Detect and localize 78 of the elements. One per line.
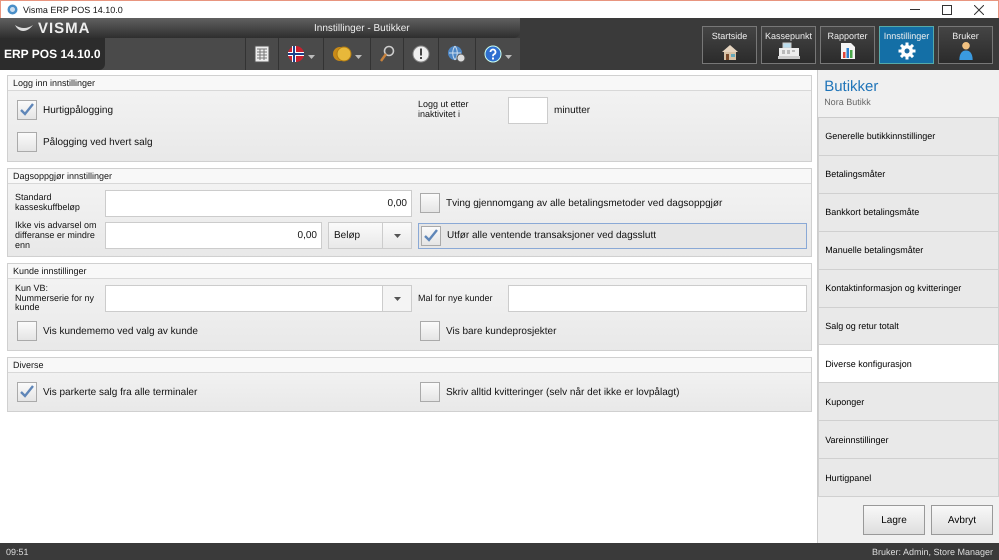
house-icon xyxy=(720,44,738,60)
close-icon[interactable] xyxy=(974,4,984,14)
sidebar-item[interactable]: Generelle butikkinnstillinger xyxy=(818,118,999,156)
input-field[interactable] xyxy=(508,96,548,124)
sidebar-item[interactable]: Betalingsmåter xyxy=(818,156,999,194)
sidebar-subtitle: Nora Butikk xyxy=(824,97,872,107)
checkbox[interactable] xyxy=(420,321,440,342)
logo-swoosh-icon xyxy=(14,23,34,33)
sidebar-item[interactable]: Manuelle betalingsmåter xyxy=(818,232,999,270)
search-icon xyxy=(379,45,395,63)
checkbox[interactable] xyxy=(420,382,440,402)
caret-icon xyxy=(394,234,400,238)
field-label: Mal for nye kunder xyxy=(418,294,494,304)
chart-document-icon xyxy=(840,42,856,60)
unit-select[interactable]: Beløp xyxy=(328,222,412,250)
checkbox-label: Hurtigpålogging xyxy=(43,104,114,116)
nav-tab[interactable]: Rapporter xyxy=(820,26,875,64)
nav-tab[interactable]: Bruker xyxy=(938,26,993,64)
nav-tab[interactable]: Innstillinger xyxy=(879,26,934,64)
checkbox-label: Utfør alle ventende transaksjoner ved dagsslutt xyxy=(447,230,656,242)
sidebar-item[interactable]: Kontaktinformasjon og kvitteringer xyxy=(818,270,999,308)
minimize-icon[interactable] xyxy=(910,8,920,10)
checkbox[interactable] xyxy=(421,226,441,246)
calculator-icon xyxy=(254,45,270,63)
input-field[interactable]: 0,00 xyxy=(105,190,412,216)
user-icon xyxy=(958,41,974,60)
logo: VISMA xyxy=(38,20,91,36)
checkbox-label: Vis bare kundeprosjekter xyxy=(446,326,556,337)
panel-title: Dagsoppgjør innstillinger xyxy=(8,169,812,184)
checkbox[interactable] xyxy=(420,193,440,213)
checkbox-label: Pålogging ved hvert salg xyxy=(43,136,153,148)
nav-tab[interactable]: Kassepunkt xyxy=(761,26,816,64)
alert-icon xyxy=(412,45,430,63)
cash-register-icon xyxy=(776,42,800,60)
app-icon xyxy=(7,4,18,15)
sidebar-title: Butikker xyxy=(824,78,880,95)
field-label: Logg ut etter inaktivitet i xyxy=(418,100,470,120)
checkbox[interactable] xyxy=(17,132,37,152)
sidebar-item[interactable]: Vareinnstillinger xyxy=(818,421,999,460)
page-title: Innstillinger - Butikker xyxy=(314,22,410,34)
caret-icon xyxy=(308,54,315,58)
coins-icon xyxy=(332,46,352,62)
sidebar-item[interactable]: Kuponger xyxy=(818,383,999,422)
panel-title: Kunde innstillinger xyxy=(8,264,812,279)
checkbox-label: Vis kundememo ved valg av kunde xyxy=(43,326,198,337)
caret-icon xyxy=(355,54,362,58)
checkbox[interactable] xyxy=(17,382,37,402)
field-label: Standard kasseskuffbeløp xyxy=(15,193,81,213)
sidebar-item[interactable]: Diverse konfigurasjon xyxy=(818,345,999,384)
window-title: Visma ERP POS 14.10.0 xyxy=(23,4,123,14)
sidebar-item[interactable]: Hurtigpanel xyxy=(818,459,999,498)
panel-title: Logg inn innstillinger xyxy=(8,76,812,91)
checkbox-label: Tving gjennomgang av alle betalingsmetoder ved dagsoppgjør xyxy=(446,198,722,208)
product-name: ERP POS 14.10.0 xyxy=(0,38,105,70)
checkbox-label: Skriv alltid kvitteringer (selv når det ikke er lovpålagt) xyxy=(446,386,680,398)
globe-sync-icon xyxy=(447,45,467,63)
action-button[interactable]: Avbryt xyxy=(931,505,993,536)
input-field[interactable] xyxy=(508,285,808,312)
checkbox[interactable] xyxy=(17,100,37,120)
settings-icon xyxy=(898,42,916,60)
sidebar-item[interactable]: Salg og retur totalt xyxy=(818,308,999,346)
maximize-icon[interactable] xyxy=(942,4,952,14)
field-label: Kun VB: Nummerserie for ny kunde xyxy=(15,284,96,314)
nav-tab[interactable]: Startside xyxy=(702,26,757,64)
flag-icon xyxy=(287,45,305,63)
action-button[interactable]: Lagre xyxy=(863,505,925,536)
status-time: 09:51 xyxy=(6,546,29,556)
field-label: Ikke vis advarsel om differanse er mindre enn xyxy=(15,221,98,251)
checkbox[interactable] xyxy=(17,321,37,342)
sidebar-item[interactable]: Bankkort betalingsmåte xyxy=(818,194,999,232)
input-field[interactable]: 0,00 xyxy=(105,222,322,250)
status-user: Bruker: Admin, Store Manager xyxy=(872,546,993,556)
caret-icon xyxy=(505,54,512,58)
caret-icon xyxy=(394,296,400,300)
unit-label: minutter xyxy=(554,104,590,116)
checkbox-label: Vis parkerte salg fra alle terminaler xyxy=(43,386,198,398)
help-icon xyxy=(484,45,502,63)
panel-title: Diverse xyxy=(8,358,812,374)
